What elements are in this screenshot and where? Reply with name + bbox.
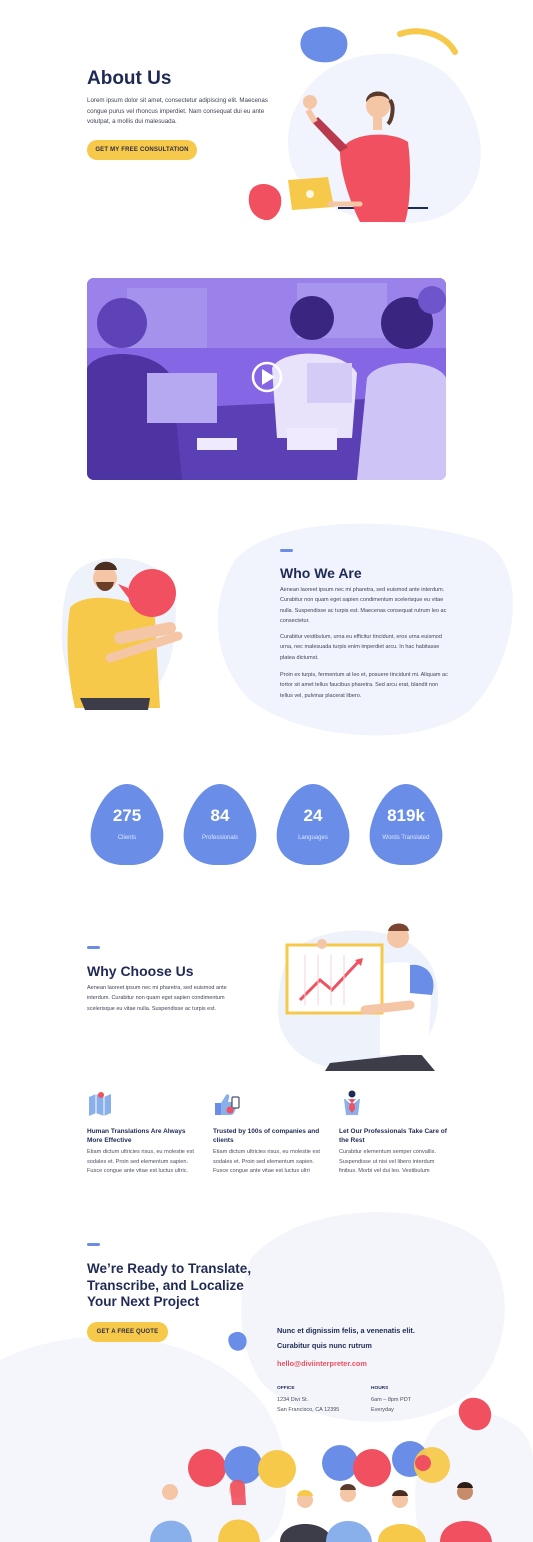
people-speech-bubbles-illustration xyxy=(150,1441,492,1542)
stat-value: 84 xyxy=(210,806,230,825)
cta-title-line: Transcribe, and Localize xyxy=(87,1277,244,1293)
about-illustration xyxy=(248,26,458,222)
professional-tie-icon xyxy=(344,1090,360,1115)
who-paragraph-1: Aenean laoreet ipsum nec mi pharetra, se… xyxy=(280,587,447,625)
office-address-line: San Francisco, CA 12395 xyxy=(277,1406,340,1413)
cta-tagline: Nunc et dignissim felis, a venenatis eli… xyxy=(277,1324,415,1353)
stat-label: Professionals xyxy=(201,835,239,841)
team-photo-video[interactable] xyxy=(87,278,446,480)
why-illustration xyxy=(277,923,439,1072)
small-blue-blob xyxy=(228,1331,247,1351)
why-accent-dash xyxy=(87,946,100,949)
why-title: Why Choose Us xyxy=(87,963,194,979)
hours-info: 6am – 8pm PDT Everyday xyxy=(371,1396,411,1415)
stat-professionals: 84 Professionals xyxy=(182,782,258,866)
cta-accent-dash xyxy=(87,1243,100,1246)
feature-text-2: Etiam dictum ultricies risus, eu molesti… xyxy=(213,1149,320,1175)
stat-words-translated: 819k Words Translated xyxy=(368,782,444,866)
stat-label: Clients xyxy=(117,835,137,841)
cta-title-line: Your Next Project xyxy=(87,1294,200,1309)
stat-value: 275 xyxy=(112,806,142,825)
why-text: Aenean laoreet ipsum nec mi pharetra, se… xyxy=(87,985,227,1012)
who-title: Who We Are xyxy=(280,565,362,581)
stat-languages: 24 Languages xyxy=(275,782,351,866)
feature-title-3: Let Our Professionals Take Care of the R… xyxy=(339,1128,447,1144)
about-title: About Us xyxy=(87,68,172,89)
cta-title-line: We’re Ready to Translate, xyxy=(87,1261,252,1276)
hours-line: 6am – 8pm PDT xyxy=(371,1397,412,1403)
stat-clients: 275 Clients xyxy=(89,782,165,866)
stat-value: 24 xyxy=(303,806,323,825)
stat-label: Words Translated xyxy=(382,835,430,841)
feature-text-1: Etiam dictum ultricies risus, eu molesti… xyxy=(87,1149,194,1175)
who-paragraph-3: Proin ex turpis, fermentum at leo et, po… xyxy=(280,672,448,699)
feature-title-1: Human Translations Are Always More Effec… xyxy=(87,1128,186,1144)
cta-title: We’re Ready to Translate, Transcribe, an… xyxy=(87,1261,251,1311)
free-consultation-button[interactable]: GET MY FREE CONSULTATION xyxy=(87,140,197,160)
office-address-line: 1234 Divi St. xyxy=(277,1397,309,1403)
who-paragraph-2: Curabitur vestibulum, urna eu efficitur … xyxy=(280,634,442,661)
who-illustration xyxy=(61,558,183,710)
thumbs-up-icon xyxy=(215,1094,240,1115)
office-label: OFFICE xyxy=(277,1386,295,1391)
team-photo-illustration xyxy=(87,278,446,480)
office-address: 1234 Divi St. San Francisco, CA 12395 xyxy=(277,1396,339,1415)
hours-line: Everyday xyxy=(371,1406,394,1413)
stat-label: Languages xyxy=(298,835,328,841)
who-accent-dash xyxy=(280,549,293,552)
email-link[interactable]: hello@diviinterpreter.com xyxy=(277,1359,367,1368)
cta-tagline-line: Nunc et dignissim felis, a venenatis eli… xyxy=(277,1326,415,1335)
hours-label: HOURS xyxy=(371,1386,389,1391)
feature-text-3: Curabitur elementum semper convallis. Su… xyxy=(339,1149,436,1175)
free-quote-button[interactable]: GET A FREE QUOTE xyxy=(87,1322,168,1342)
cta-tagline-line: Curabitur quis nunc rutrum xyxy=(277,1340,372,1350)
red-blob xyxy=(458,1397,492,1431)
feature-title-2: Trusted by 100s of companies and clients xyxy=(213,1128,320,1144)
map-icon xyxy=(89,1092,111,1116)
stat-value: 819k xyxy=(387,806,425,825)
